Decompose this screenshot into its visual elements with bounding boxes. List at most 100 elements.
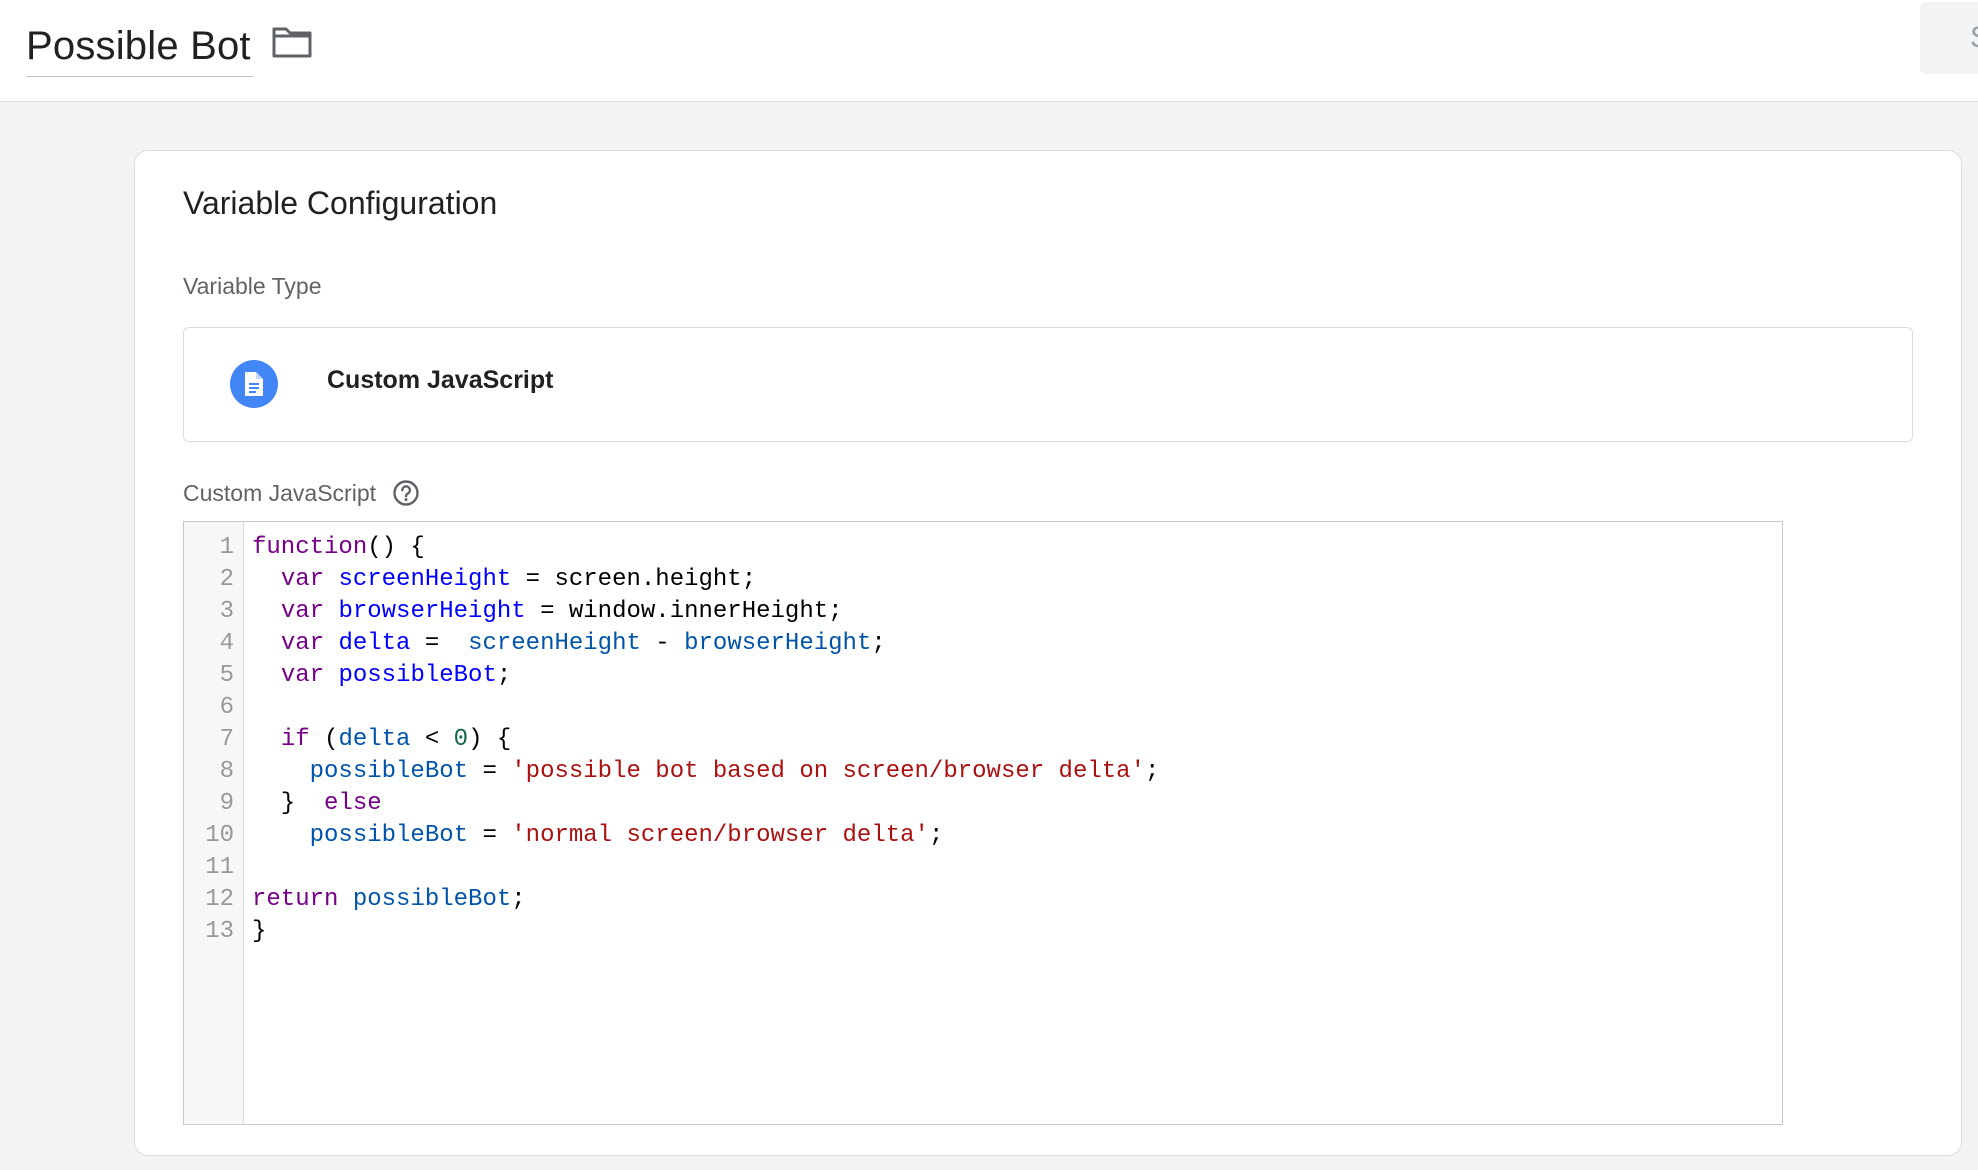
- code-token: possibleBot: [309, 822, 469, 849]
- code-token: ;: [928, 822, 944, 849]
- code-line[interactable]: 5 var possibleBot;: [184, 660, 1782, 692]
- line-code: var possibleBot;: [252, 660, 511, 692]
- variable-name-field[interactable]: Possible Bot: [26, 16, 253, 77]
- code-token: screenHeight: [468, 630, 641, 657]
- code-token: var: [280, 566, 325, 593]
- code-token: var: [280, 662, 325, 689]
- code-token: var: [280, 598, 325, 625]
- line-number: 2: [219, 566, 234, 593]
- code-line[interactable]: 7 if (delta < 0) {: [184, 724, 1782, 756]
- custom-javascript-label: Custom JavaScript: [183, 479, 420, 507]
- line-code: }: [252, 916, 266, 948]
- code-line[interactable]: 10 possibleBot = 'normal screen/browser …: [184, 820, 1782, 852]
- help-circle-icon[interactable]: [392, 479, 420, 507]
- line-code: function() {: [252, 532, 425, 564]
- code-line[interactable]: 1 function() {: [184, 532, 1782, 564]
- code-line[interactable]: 12 return possibleBot;: [184, 884, 1782, 916]
- code-token: 'possible bot based on screen/browser de…: [511, 758, 1145, 785]
- code-line[interactable]: 2 var screenHeight = screen.height;: [184, 564, 1782, 596]
- line-number: 8: [219, 758, 234, 785]
- code-token: <: [410, 726, 454, 753]
- code-token: =: [410, 630, 469, 657]
- line-number: 6: [219, 694, 234, 721]
- save-button-label: S: [1970, 21, 1978, 55]
- code-line[interactable]: 3 var browserHeight = window.innerHeight…: [184, 596, 1782, 628]
- code-token: =: [468, 758, 512, 785]
- code-token: possibleBot: [338, 662, 497, 689]
- code-line[interactable]: 8 possibleBot = 'possible bot based on s…: [184, 756, 1782, 788]
- code-token: var: [280, 630, 325, 657]
- folder-icon: [272, 27, 312, 58]
- code-token: delta: [338, 726, 411, 753]
- line-number: 11: [205, 854, 234, 881]
- code-token: ) {: [468, 726, 512, 753]
- variable-configuration-card: Variable Configuration Variable Type Cus…: [134, 150, 1962, 1156]
- code-line[interactable]: 6: [184, 692, 1782, 724]
- code-token: = screen.height;: [511, 566, 757, 593]
- page-title[interactable]: Possible Bot: [26, 24, 251, 69]
- line-number: 3: [219, 598, 234, 625]
- line-code: var browserHeight = window.innerHeight;: [252, 596, 843, 628]
- code-token: ;: [1144, 758, 1160, 785]
- line-number: 7: [219, 726, 234, 753]
- code-token: = window.innerHeight;: [525, 598, 843, 625]
- code-token: browserHeight: [684, 630, 872, 657]
- top-bar: Possible Bot S: [0, 0, 1978, 102]
- code-line[interactable]: 13}: [184, 916, 1782, 948]
- code-token: (: [309, 726, 339, 753]
- line-number: 9: [219, 790, 234, 817]
- code-token: return: [252, 886, 339, 913]
- code-lines: 1 function() {2 var screenHeight = screen…: [184, 532, 1782, 948]
- card-title: Variable Configuration: [183, 185, 498, 221]
- folder-button[interactable]: [268, 20, 316, 64]
- code-line[interactable]: 4 var delta = screenHeight - browserHeig…: [184, 628, 1782, 660]
- code-token: =: [468, 822, 512, 849]
- code-token: browserHeight: [338, 598, 526, 625]
- code-token: possibleBot: [309, 758, 469, 785]
- code-token: }: [252, 918, 267, 945]
- code-token: else: [324, 790, 382, 817]
- line-code: possibleBot = 'possible bot based on scr…: [252, 756, 1160, 788]
- line-code: } else: [252, 788, 382, 820]
- code-line[interactable]: 11: [184, 852, 1782, 884]
- code-token: -: [640, 630, 685, 657]
- code-token: 0: [453, 726, 469, 753]
- code-editor[interactable]: 1 function() {2 var screenHeight = screen…: [183, 521, 1783, 1125]
- code-token: }: [252, 790, 325, 817]
- code-token: 'normal screen/browser delta': [511, 822, 929, 849]
- document-icon: [230, 360, 278, 408]
- line-code: possibleBot = 'normal screen/browser del…: [252, 820, 944, 852]
- line-code: if (delta < 0) {: [252, 724, 511, 756]
- code-token: () {: [367, 534, 425, 561]
- custom-javascript-label-text: Custom JavaScript: [183, 479, 377, 506]
- code-line[interactable]: 9 } else: [184, 788, 1782, 820]
- code-token: ;: [871, 630, 886, 657]
- code-token: delta: [338, 630, 411, 657]
- save-button[interactable]: S: [1920, 2, 1978, 74]
- line-number: 10: [205, 822, 234, 849]
- variable-type-label-text: Variable Type: [183, 273, 322, 299]
- line-code: return possibleBot;: [252, 884, 526, 916]
- line-number: 4: [219, 630, 234, 657]
- code-token: screenHeight: [338, 566, 512, 593]
- variable-type-selector[interactable]: Custom JavaScript: [183, 327, 1913, 442]
- line-number: 5: [219, 662, 234, 689]
- code-token: if: [280, 726, 310, 753]
- code-token: function: [252, 534, 368, 561]
- variable-type-label: Variable Type: [183, 273, 322, 300]
- line-number: 12: [205, 886, 234, 913]
- line-code: var delta = screenHeight - browserHeight…: [252, 628, 886, 660]
- code-token: ;: [511, 886, 526, 913]
